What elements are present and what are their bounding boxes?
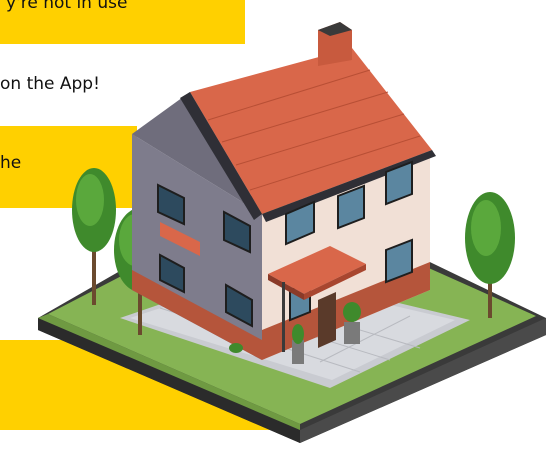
- chimney: [318, 22, 352, 66]
- page: y're not in use on the App! he: [0, 0, 546, 449]
- isometric-house-icon: [38, 22, 546, 443]
- planter-right: [343, 302, 361, 344]
- bush: [229, 343, 243, 353]
- planter-left: [292, 324, 304, 364]
